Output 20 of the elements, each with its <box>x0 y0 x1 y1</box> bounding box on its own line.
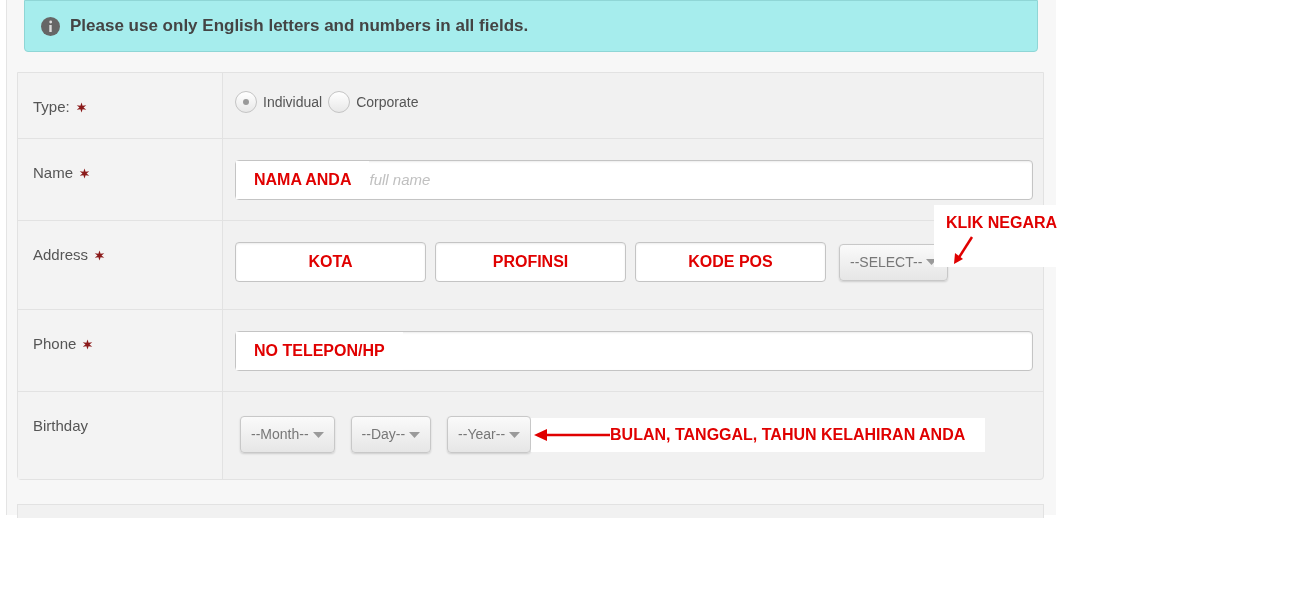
text-field[interactable]: NO TELEPON/HP <box>235 331 1033 371</box>
text-field[interactable]: KOTA <box>235 242 426 282</box>
field-label: Phone <box>33 335 77 352</box>
text-field[interactable]: NAMA ANDA full name <box>235 160 1033 200</box>
notice-text: Please use only English letters and numbers in all fields. <box>70 15 529 38</box>
field-label: Type: <box>33 98 70 115</box>
placeholder-text: full name <box>369 169 431 190</box>
field-label: Birthday <box>33 417 89 434</box>
dropdown[interactable]: --Day-- <box>350 416 432 453</box>
dropdown[interactable]: --SELECT-- <box>839 243 949 281</box>
field-label: Name <box>33 164 73 181</box>
radio-label: Individual <box>263 92 323 112</box>
field-label: Address <box>33 246 89 263</box>
annotation-text: NO TELEPON/HP <box>236 332 403 370</box>
text-field[interactable]: KODE POS <box>635 242 826 282</box>
dropdown[interactable]: --Month-- <box>240 416 335 453</box>
annotation-text: NAMA ANDA <box>236 161 370 199</box>
text-field[interactable]: PROFINSI <box>435 242 626 282</box>
dropdown[interactable]: --Year-- <box>447 416 532 453</box>
radio-label: Corporate <box>356 92 419 112</box>
